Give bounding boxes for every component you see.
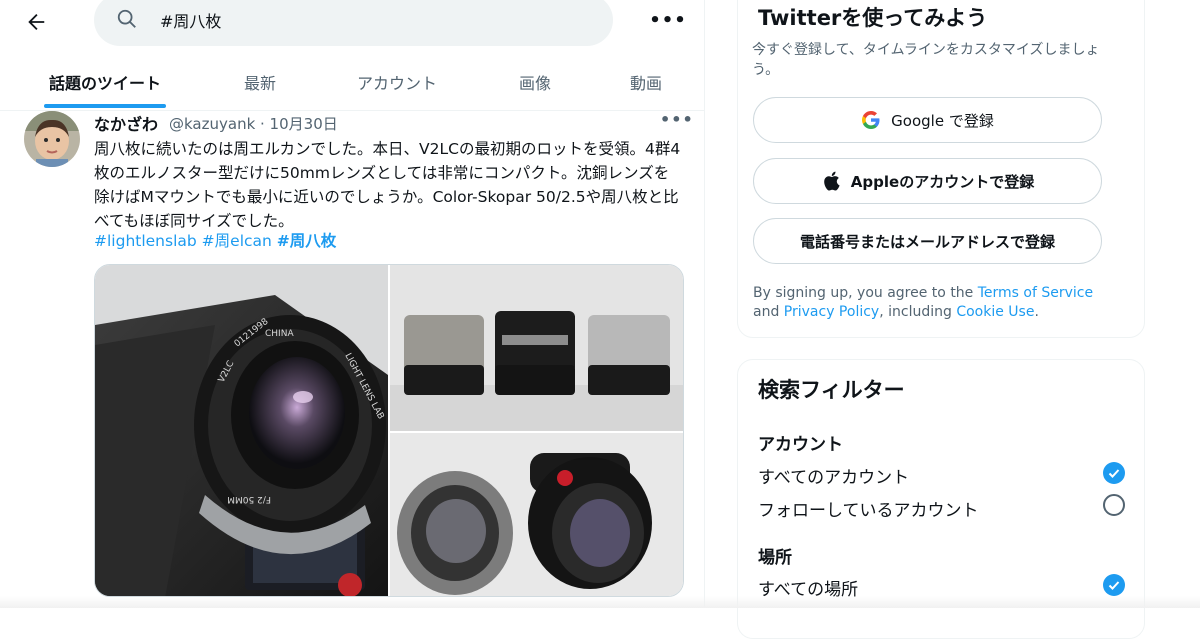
tab-accounts[interactable]: アカウント [344, 58, 450, 108]
tweet-media-grid[interactable]: CHINA LIGHT LENS LAB V2LC 0121998 F/2 50… [94, 264, 684, 597]
tweet-text: 周八枚に続いたのは周エルカンでした。本日、V2LCの最初期のロットを受領。4群4… [94, 140, 681, 230]
avatar[interactable] [24, 111, 80, 167]
search-query-text[interactable]: #周八枚 [160, 8, 221, 32]
hashtag-link[interactable]: #周八枚 [277, 232, 337, 250]
cookie-use-link[interactable]: Cookie Use [956, 304, 1034, 320]
checkmark-icon [1108, 469, 1120, 478]
active-tab-indicator [44, 104, 166, 108]
apple-icon [821, 171, 841, 191]
google-signup-button[interactable]: Google で登録 [753, 97, 1102, 143]
radio-all-accounts[interactable] [1103, 462, 1125, 484]
terms-of-service-link[interactable]: Terms of Service [978, 285, 1093, 301]
lens-engraving: F/2 50MM [227, 494, 271, 504]
radio-all-places[interactable] [1103, 574, 1125, 596]
checkmark-icon [1108, 581, 1120, 590]
terms-text: By signing up, you agree to the [753, 285, 978, 301]
more-options-icon[interactable]: ••• [649, 6, 686, 34]
terms-text: and [753, 304, 784, 320]
tweet-photo[interactable] [390, 265, 684, 431]
filter-option-all-accounts-label[interactable]: すべてのアカウント [758, 463, 909, 488]
tab-latest[interactable]: 最新 [232, 58, 288, 108]
terms-text: , including [879, 304, 957, 320]
back-button[interactable] [18, 4, 54, 40]
signup-subtitle: 今すぐ登録して、タイムラインをカスタマイズしましょう。 [752, 42, 1100, 78]
terms-text: . [1034, 304, 1039, 320]
hashtag-link[interactable]: #lightlenslab [94, 232, 197, 250]
search-icon [116, 8, 140, 32]
tweet-author-name[interactable]: なかざわ [94, 111, 158, 135]
tweet-handle-date[interactable]: @kazuyank · 10月30日 [169, 113, 338, 134]
arrow-left-icon [28, 14, 45, 30]
filter-section-location: 場所 [758, 548, 792, 568]
search-filter-title: 検索フィルター [758, 378, 905, 402]
main-column: #周八枚 ••• 話題のツイート 最新 アカウント 画像 動画 なかざわ @ka… [0, 0, 705, 608]
tweet-photo[interactable] [390, 433, 684, 597]
filter-option-following-label[interactable]: フォローしているアカウント [758, 496, 979, 521]
phone-email-signup-button[interactable]: 電話番号またはメールアドレスで登録 [753, 218, 1102, 264]
google-icon [861, 110, 881, 130]
privacy-policy-link[interactable]: Privacy Policy [784, 304, 879, 320]
tab-top-tweets[interactable]: 話題のツイート [44, 58, 166, 108]
apple-signup-label: Appleのアカウントで登録 [850, 172, 1035, 191]
filter-section-account: アカウント [758, 435, 843, 455]
tab-videos[interactable]: 動画 [618, 58, 674, 108]
tweet-more-icon[interactable]: ••• [660, 110, 694, 129]
tab-images[interactable]: 画像 [507, 58, 563, 108]
tweet-photo[interactable]: CHINA LIGHT LENS LAB V2LC 0121998 F/2 50… [95, 265, 388, 597]
radio-following-accounts[interactable] [1103, 494, 1125, 516]
phone-email-signup-label: 電話番号またはメールアドレスで登録 [799, 232, 1055, 251]
signup-title: Twitterを使ってみよう [758, 6, 988, 30]
apple-signup-button[interactable]: Appleのアカウントで登録 [753, 158, 1102, 204]
google-signup-label: Google で登録 [891, 111, 994, 130]
signup-terms: By signing up, you agree to the Terms of… [753, 284, 1113, 322]
lens-engraving: CHINA [265, 329, 294, 339]
tweet-hashtags: #lightlenslab #周elcan #周八枚 [94, 229, 336, 253]
page-bottom-shadow [0, 596, 1200, 608]
hashtag-link[interactable]: #周elcan [202, 232, 272, 250]
